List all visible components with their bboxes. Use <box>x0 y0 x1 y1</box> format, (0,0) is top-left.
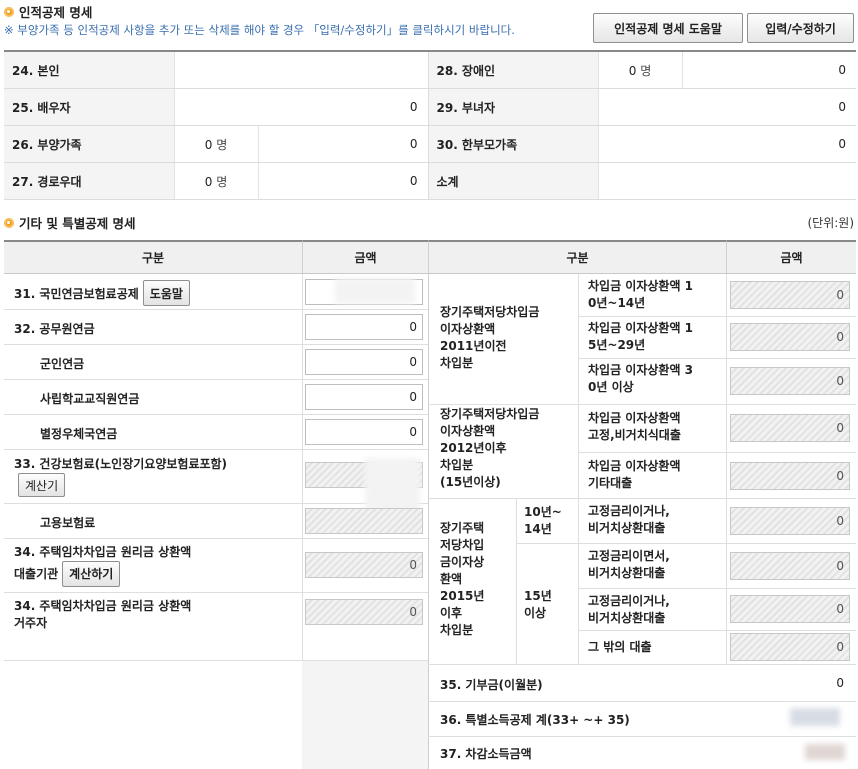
left-value: 0 <box>257 162 428 200</box>
col-amount-right: 금액 <box>726 240 856 274</box>
unit-note: (단위:원) <box>807 216 854 230</box>
right-value: 0 <box>597 125 856 163</box>
post-pension-label: 별정우체국연금 <box>40 427 118 441</box>
g2-input: 0 <box>730 414 850 442</box>
school-pension-input[interactable]: 0 <box>305 384 423 410</box>
personal-row: 25. 배우자 0 29. 부녀자 0 <box>4 88 856 126</box>
employment-insurance-input <box>305 508 423 534</box>
left-value <box>173 51 428 89</box>
g3-input: 0 <box>730 551 850 580</box>
left-value: 0 <box>173 88 428 126</box>
left-value: 0 <box>257 125 428 163</box>
right-value: 0 <box>681 51 856 89</box>
donation-value: 0 <box>836 676 844 690</box>
pension-row: 31. 국민연금보험료공제 도움말 <box>14 280 190 306</box>
right-label: 28. 장애인 <box>427 51 598 89</box>
g1-input: 0 <box>730 281 850 309</box>
left-count: 0 명 <box>173 162 258 200</box>
g1-input: 0 <box>730 323 850 351</box>
civil-pension-label: 32. 공무원연금 <box>14 322 95 336</box>
special-total-label: 36. 특별소득공제 계(33+ ~+ 35) <box>440 713 630 727</box>
left-label: 26. 부양가족 <box>4 125 174 163</box>
g3-input: 0 <box>730 633 850 661</box>
school-pension-label: 사립학교교직원연금 <box>40 392 140 406</box>
right-value <box>597 162 856 200</box>
g3-input: 0 <box>730 506 850 535</box>
personal-row: 26. 부양가족 0 명 0 30. 한부모가족 0 <box>4 125 856 163</box>
donation-label: 35. 기부금(이월분) <box>440 678 543 692</box>
g3-input: 0 <box>730 595 850 623</box>
right-value: 0 <box>597 88 856 126</box>
left-label: 27. 경로우대 <box>4 162 174 200</box>
personal-deduction-table: 24. 본인 28. 장애인 0 명 0 25. 배우자 0 29. 부녀자 0 26. 부양가… <box>4 50 856 200</box>
col-category-left: 구분 <box>4 240 302 274</box>
personal-help-button[interactable]: 인적공제 명세 도움말 <box>593 13 743 43</box>
g2-input: 0 <box>730 462 850 490</box>
house-lender-input: 0 <box>305 552 423 578</box>
pension-help-button[interactable]: 도움말 <box>142 280 190 306</box>
deduct-income-label: 37. 차감소득금액 <box>440 747 532 761</box>
personal-row: 24. 본인 28. 장애인 0 명0 <box>4 51 856 89</box>
health-calc-button[interactable]: 계산기 <box>18 473 66 497</box>
right-count: 0 명 <box>597 51 682 89</box>
house-calc-button[interactable]: 계산하기 <box>62 561 121 587</box>
military-pension-label: 군인연금 <box>40 357 85 371</box>
left-label: 25. 배우자 <box>4 88 174 126</box>
col-amount-left: 금액 <box>302 240 428 274</box>
g1-input: 0 <box>730 367 850 395</box>
employment-insurance-label: 고용보험료 <box>40 516 96 530</box>
civil-pension-input[interactable]: 0 <box>305 314 423 340</box>
right-label: 30. 한부모가족 <box>427 125 598 163</box>
house-lender-label: 34. 주택임차차입금 원리금 상환액 대출기관 계산하기 <box>14 544 191 587</box>
notice-text: ※ 부양가족 등 인적공제 사항을 추가 또는 삭제를 해야 할 경우 「입력/… <box>4 23 515 37</box>
right-label: 29. 부녀자 <box>427 88 598 126</box>
edit-button[interactable]: 입력/수정하기 <box>747 13 854 43</box>
post-pension-input[interactable]: 0 <box>305 419 423 445</box>
left-label: 24. 본인 <box>4 51 174 89</box>
left-count: 0 명 <box>173 125 258 163</box>
military-pension-input[interactable]: 0 <box>305 349 423 375</box>
section-personal-title: 인적공제 명세 <box>4 2 92 21</box>
col-category-right: 구분 <box>428 240 726 274</box>
house-resident-input: 0 <box>305 599 423 625</box>
section-special-title: 기타 및 특별공제 명세 <box>4 213 136 232</box>
orange-bullet-icon <box>4 217 14 228</box>
health-insurance-label: 33. 건강보험료(노인장기요양보험료포함) <box>14 457 228 471</box>
orange-bullet-icon <box>4 6 14 17</box>
personal-row: 27. 경로우대 0 명 0 소계 <box>4 162 856 200</box>
right-label: 소계 <box>427 162 598 200</box>
house-resident-label: 34. 주택임차차입금 원리금 상환액 거주자 <box>14 599 192 630</box>
